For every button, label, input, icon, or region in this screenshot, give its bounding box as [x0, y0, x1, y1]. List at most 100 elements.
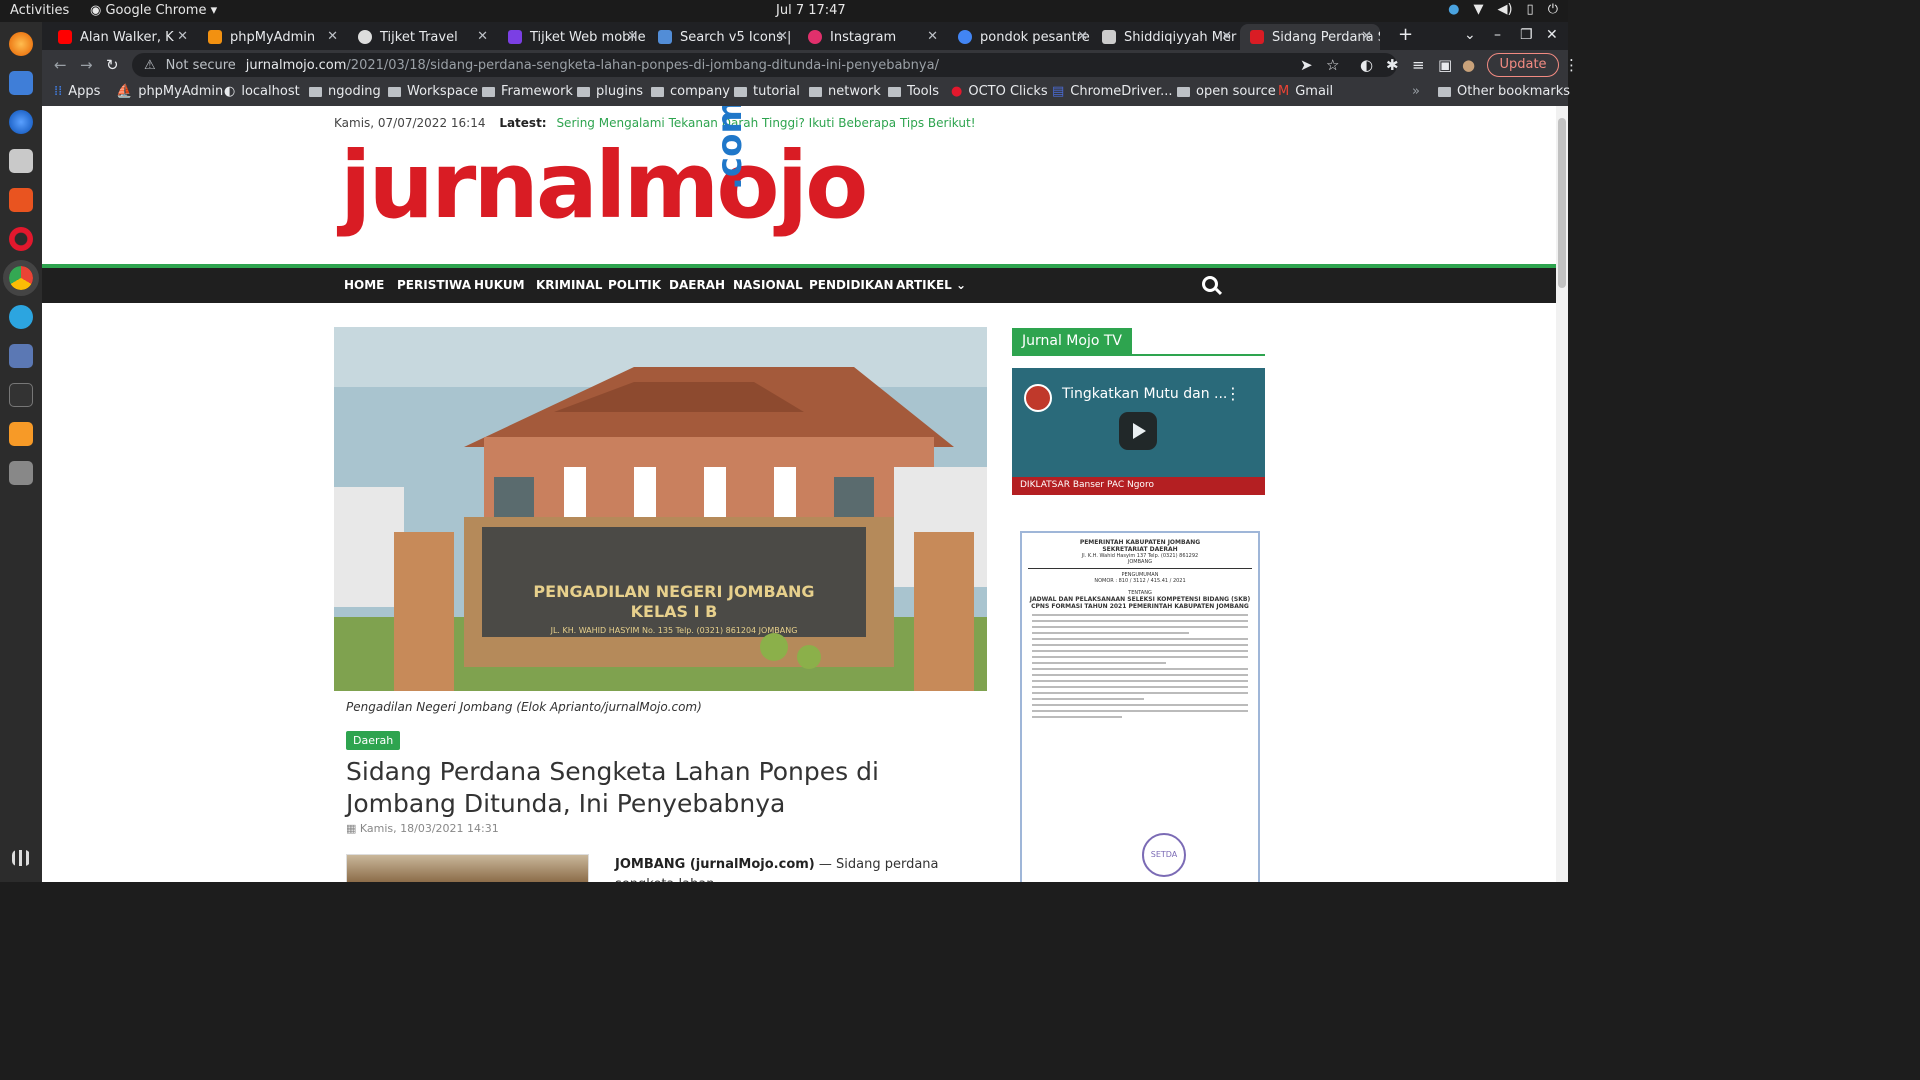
category-badge[interactable]: Daerah [346, 731, 401, 750]
maximize-button[interactable]: ❐ [1520, 27, 1533, 43]
activities-button[interactable]: Activities [10, 3, 69, 18]
menu-pendidikan[interactable]: PENDIDIKAN [809, 278, 894, 292]
bookmark-phpmyadmin[interactable]: ⛵ phpMyAdmin [116, 84, 223, 99]
menu-nasional[interactable]: NASIONAL [733, 278, 803, 292]
other-bookmarks[interactable]: Other bookmarks [1438, 84, 1570, 99]
announcement-image[interactable]: PEMERINTAH KABUPATEN JOMBANG SEKRETARIAT… [1020, 531, 1260, 882]
chrome-icon[interactable] [3, 260, 39, 296]
hero-image[interactable]: PENGADILAN NEGERI JOMBANG KELAS I B JL. … [334, 327, 987, 691]
tab-tijket-travel[interactable]: Tijket Travel ✕ [348, 24, 496, 50]
close-window-button[interactable]: ✕ [1546, 27, 1558, 43]
side-panel-icon[interactable]: ▣ [1438, 56, 1452, 74]
address-bar[interactable]: ⚠ Not secure jurnalmojo.com/2021/03/18/s… [132, 53, 1397, 77]
close-icon[interactable]: ✕ [777, 29, 788, 44]
telegram-icon[interactable] [9, 305, 33, 329]
bookmark-plugins[interactable]: plugins [577, 84, 643, 99]
tab-phpmyadmin[interactable]: phpMyAdmin ✕ [198, 24, 346, 50]
tab-instagram[interactable]: Instagram ✕ [798, 24, 946, 50]
tab-search-icons[interactable]: Search v5 Icons | F ✕ [648, 24, 796, 50]
document-viewer-icon[interactable] [9, 71, 33, 95]
usb-drive-icon[interactable] [9, 461, 33, 485]
app-menu[interactable]: ◉ Google Chrome ▾ [90, 3, 217, 18]
opera-icon[interactable] [9, 227, 33, 251]
send-icon[interactable]: ➤ [1300, 56, 1313, 74]
menu-artikel[interactable]: ARTIKEL ⌄ [896, 278, 966, 292]
close-icon[interactable]: ✕ [477, 29, 488, 44]
scrollbar-thumb[interactable] [1558, 118, 1566, 288]
bookmark-open-source[interactable]: open source [1177, 84, 1276, 99]
close-icon[interactable]: ✕ [627, 29, 638, 44]
telegram-tray-icon[interactable]: ● [1448, 2, 1459, 17]
menu-peristiwa[interactable]: PERISTIWA [397, 278, 471, 292]
tab-search-button[interactable]: ⌄ [1464, 27, 1476, 43]
bookmark-workspace[interactable]: Workspace [388, 84, 478, 99]
bookmark-ngoding[interactable]: ngoding [309, 84, 381, 99]
firefox-icon[interactable] [9, 32, 33, 56]
bookmark-network[interactable]: network [809, 84, 881, 99]
warning-icon[interactable]: ⚠ [144, 58, 156, 73]
page-scrollbar[interactable] [1556, 106, 1568, 882]
close-icon[interactable]: ✕ [1221, 29, 1232, 44]
bookmark-chromedriver[interactable]: ▤ ChromeDriver... [1052, 84, 1173, 99]
menu-kriminal[interactable]: KRIMINAL [536, 278, 602, 292]
widget-title: Jurnal Mojo TV [1012, 328, 1265, 356]
tab-google-search[interactable]: pondok pesantre ✕ [948, 24, 1096, 50]
clock[interactable]: Jul 7 17:47 [776, 3, 846, 18]
close-icon[interactable]: ✕ [1077, 29, 1088, 44]
wifi-icon[interactable]: ▼ [1473, 2, 1483, 17]
site-logo[interactable]: jurnalmojo [340, 140, 868, 232]
tab-jurnalmojo[interactable]: Sidang Perdana S ✕ [1240, 24, 1380, 50]
bookmark-octo-clicks[interactable]: ● OCTO Clicks [951, 84, 1048, 99]
bookmark-tutorial[interactable]: tutorial [734, 84, 800, 99]
reading-list-icon[interactable]: ≡ [1412, 56, 1425, 74]
menu-politik[interactable]: POLITIK [608, 278, 661, 292]
back-button[interactable]: ← [54, 56, 67, 74]
profile-avatar[interactable]: ● [1462, 56, 1475, 74]
play-button-icon[interactable] [1119, 412, 1157, 450]
terminal-icon[interactable] [9, 383, 33, 407]
overflow-chevron-icon[interactable]: » [1412, 84, 1420, 99]
volume-icon[interactable]: ◀) [1497, 2, 1512, 17]
not-secure-label[interactable]: Not secure [166, 58, 236, 73]
puzzle-icon[interactable]: ✱ [1386, 56, 1399, 74]
battery-icon[interactable]: ▯ [1527, 2, 1534, 17]
software-center-icon[interactable] [9, 188, 33, 212]
power-icon[interactable]: ⏻ [1548, 2, 1558, 17]
video-embed[interactable]: Tingkatkan Mutu dan ... ⋮ DIKLATSAR Bans… [1012, 368, 1265, 495]
close-icon[interactable]: ✕ [927, 29, 938, 44]
close-icon[interactable]: ✕ [327, 29, 338, 44]
system-tray[interactable]: ● ▼ ◀) ▯ ⏻ [1448, 2, 1558, 17]
bookmark-gmail[interactable]: M Gmail [1278, 84, 1333, 99]
show-apps-icon[interactable] [12, 850, 30, 866]
forward-button[interactable]: → [80, 56, 93, 74]
extension-icon[interactable]: ◐ [1360, 56, 1373, 74]
more-options-icon[interactable]: ⋮ [1225, 384, 1241, 403]
bookmark-localhost[interactable]: ◐ localhost [224, 84, 300, 99]
bookmark-company[interactable]: company [651, 84, 730, 99]
bookmark-tools[interactable]: Tools [888, 84, 939, 99]
bookmark-apps[interactable]: ⁞⁞ Apps [54, 84, 100, 99]
close-icon[interactable]: ✕ [1361, 29, 1372, 44]
update-button[interactable]: Update [1487, 53, 1559, 77]
network-tool-icon[interactable] [9, 344, 33, 368]
tab-youtube[interactable]: Alan Walker, K ✕ [48, 24, 196, 50]
star-icon[interactable]: ☆ [1326, 56, 1339, 74]
files-icon[interactable] [9, 149, 33, 173]
tab-shiddiqiyyah[interactable]: Shiddiqiyyah Mer ✕ [1092, 24, 1240, 50]
menu-hukum[interactable]: HUKUM [474, 278, 525, 292]
article-inline-image[interactable] [346, 854, 589, 882]
close-icon[interactable]: ✕ [177, 29, 188, 44]
menu-icon[interactable]: ⋮ [1564, 56, 1579, 74]
thunderbird-icon[interactable] [9, 110, 33, 134]
menu-daerah[interactable]: DAERAH [669, 278, 725, 292]
minimize-button[interactable]: – [1494, 27, 1501, 43]
latest-news-link[interactable]: Sering Mengalami Tekanan Darah Tinggi? I… [556, 116, 975, 130]
sublime-text-icon[interactable] [9, 422, 33, 446]
menu-home[interactable]: HOME [344, 278, 384, 292]
search-icon[interactable] [1202, 276, 1218, 292]
tab-tijket-web[interactable]: Tijket Web mobile ✕ [498, 24, 646, 50]
new-tab-button[interactable]: + [1398, 24, 1413, 45]
reload-button[interactable]: ↻ [106, 56, 119, 74]
bookmark-framework[interactable]: Framework [482, 84, 573, 99]
video-title[interactable]: Tingkatkan Mutu dan ... [1062, 386, 1227, 402]
